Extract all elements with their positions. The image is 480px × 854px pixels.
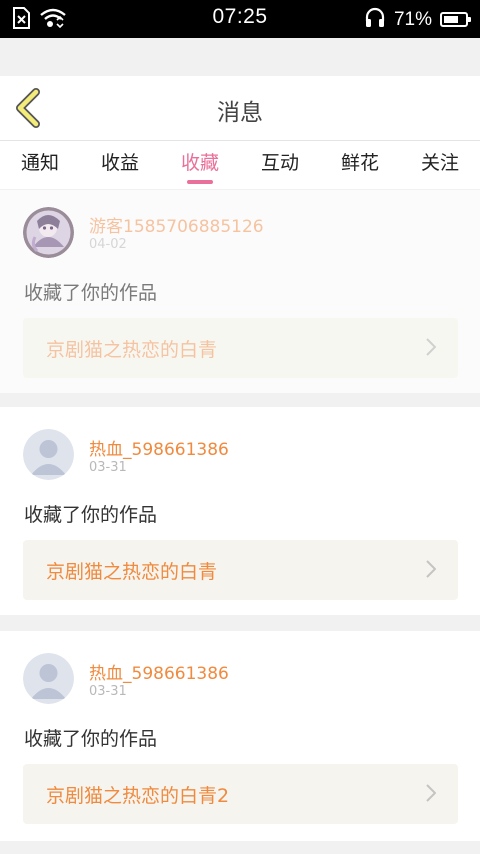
- work-title: 京剧猫之热恋的白青: [46, 561, 218, 583]
- tab-following[interactable]: 关注: [400, 141, 480, 189]
- default-avatar-icon[interactable]: [23, 653, 74, 704]
- action-text: 收藏了你的作品: [24, 504, 158, 526]
- tab-label: 鲜花: [340, 152, 379, 174]
- app-header: 消息: [0, 76, 480, 141]
- tab-notifications[interactable]: 通知: [0, 141, 80, 189]
- action-text: 收藏了你的作品: [24, 282, 158, 304]
- status-bar: 07:25 71%: [0, 0, 480, 38]
- message-date: 04-02: [89, 237, 127, 252]
- work-link[interactable]: 京剧猫之热恋的白青: [23, 318, 458, 378]
- tab-label: 互动: [260, 152, 299, 174]
- headphones-icon: [364, 6, 386, 33]
- username[interactable]: 游客1585706885126: [89, 212, 264, 237]
- tab-favorites[interactable]: 收藏: [160, 141, 240, 189]
- tab-earnings[interactable]: 收益: [80, 141, 160, 189]
- work-link[interactable]: 京剧猫之热恋的白青2: [23, 764, 458, 824]
- tab-flowers[interactable]: 鲜花: [320, 141, 400, 189]
- battery-percent: 71%: [393, 8, 432, 30]
- tab-label: 收益: [100, 152, 139, 174]
- message-card: 游客1585706885126 04-02 收藏了你的作品 京剧猫之热恋的白青: [0, 190, 480, 393]
- battery-icon: [440, 12, 471, 27]
- message-date: 03-31: [89, 460, 127, 475]
- work-title: 京剧猫之热恋的白青: [46, 339, 218, 361]
- message-card: 热血_598661386 03-31 收藏了你的作品 京剧猫之热恋的白青2: [0, 631, 480, 841]
- chevron-right-icon: [426, 784, 437, 802]
- tab-label: 关注: [420, 152, 459, 174]
- active-tab-indicator: [187, 180, 213, 184]
- chevron-right-icon: [426, 560, 437, 578]
- status-right-icons: 71%: [364, 6, 471, 33]
- message-card: 热血_598661386 03-31 收藏了你的作品 京剧猫之热恋的白青: [0, 407, 480, 615]
- work-title: 京剧猫之热恋的白青2: [46, 785, 230, 807]
- action-text: 收藏了你的作品: [24, 728, 158, 750]
- tab-label: 通知: [20, 152, 59, 174]
- username[interactable]: 热血_598661386: [89, 435, 229, 460]
- work-link[interactable]: 京剧猫之热恋的白青: [23, 540, 458, 600]
- chevron-right-icon: [426, 338, 437, 356]
- custom-avatar-icon[interactable]: [23, 207, 74, 258]
- tab-label: 收藏: [180, 152, 219, 174]
- default-avatar-icon[interactable]: [23, 429, 74, 480]
- page-title: 消息: [217, 100, 263, 126]
- username[interactable]: 热血_598661386: [89, 659, 229, 684]
- tab-bar: 通知 收益 收藏 互动 鲜花 关注: [0, 141, 480, 189]
- battery-level-fill: [444, 16, 458, 23]
- tab-interactions[interactable]: 互动: [240, 141, 320, 189]
- message-date: 03-31: [89, 684, 127, 699]
